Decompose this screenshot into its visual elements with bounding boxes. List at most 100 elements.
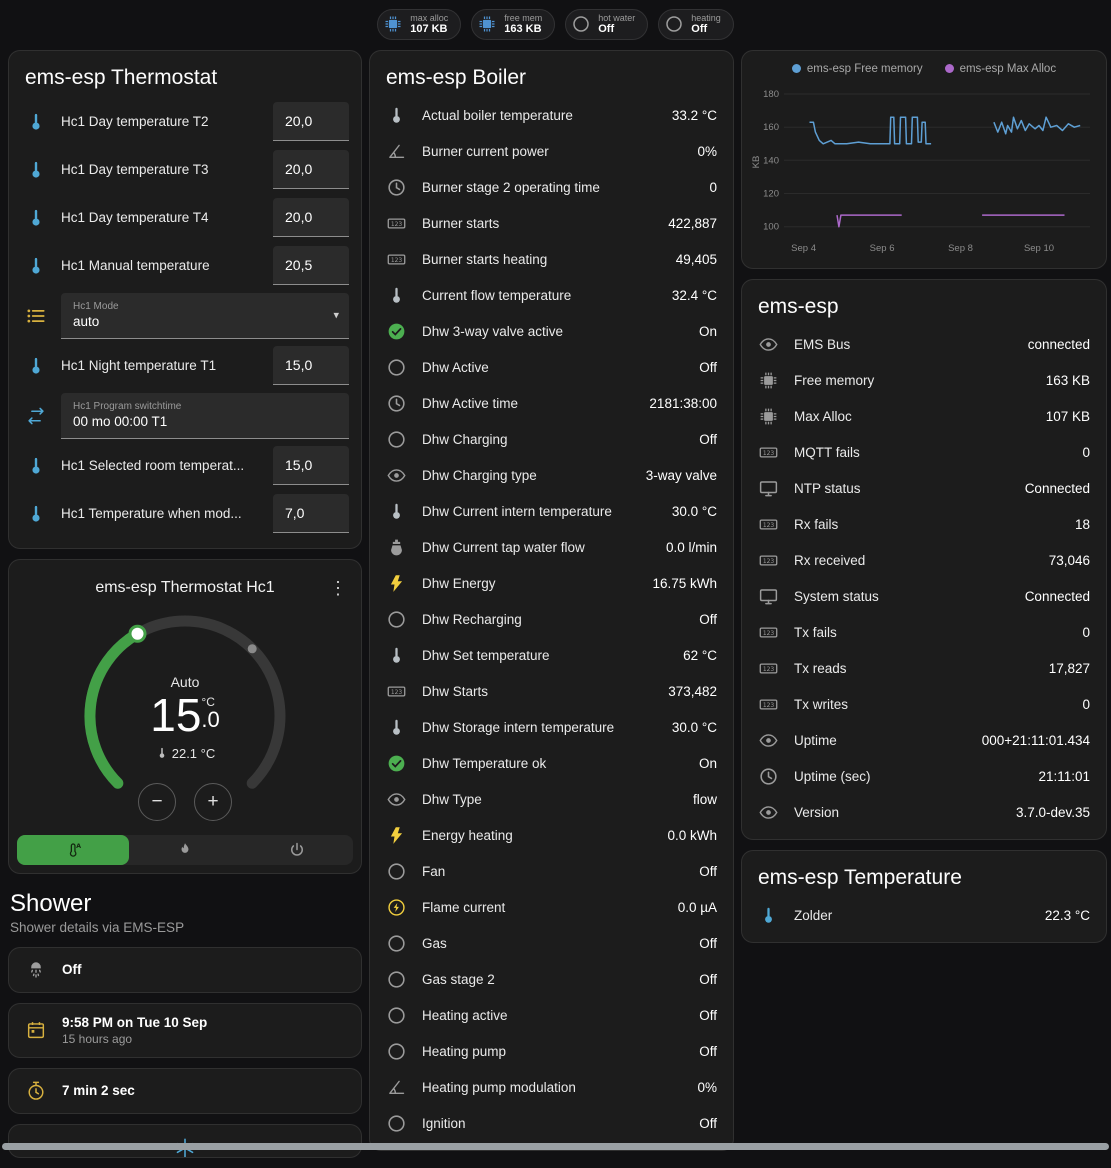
entity-row[interactable]: Heating active Off: [370, 998, 733, 1034]
entity-row[interactable]: Zolder 22.3 °C: [742, 898, 1106, 934]
temperature-input[interactable]: [273, 346, 349, 385]
entity-row[interactable]: Dhw Energy 16.75 kWh: [370, 566, 733, 602]
entity-row[interactable]: Dhw Active time 2181:38:00: [370, 386, 733, 422]
temperature-input[interactable]: [273, 246, 349, 285]
entity-row[interactable]: Gas Off: [370, 926, 733, 962]
status-badge[interactable]: heating Off: [658, 9, 734, 40]
entity-row[interactable]: Gas stage 2 Off: [370, 962, 733, 998]
entity-row[interactable]: Burner stage 2 operating time 0: [370, 170, 733, 206]
entity-row[interactable]: Version 3.7.0-dev.35: [742, 795, 1106, 831]
power-icon: [288, 841, 306, 859]
entity-label: Fan: [422, 864, 684, 879]
circle-outline-icon: [386, 933, 407, 954]
entity-row[interactable]: Ignition Off: [370, 1106, 733, 1142]
entity-value: 21:11:01: [1038, 769, 1090, 784]
temperature-input[interactable]: [273, 102, 349, 141]
shower-info-card[interactable]: 9:58 PM on Tue 10 Sep 15 hours ago: [8, 1003, 362, 1058]
shower-info-card[interactable]: Off: [8, 947, 362, 993]
entity-row[interactable]: Dhw Recharging Off: [370, 602, 733, 638]
entity-row[interactable]: Dhw Storage intern temperature 30.0 °C: [370, 710, 733, 746]
status-badge[interactable]: hot water Off: [565, 9, 648, 40]
entity-row[interactable]: NTP status Connected: [742, 471, 1106, 507]
entity-row[interactable]: 123 Tx reads 17,827: [742, 651, 1106, 687]
status-badge[interactable]: max alloc 107 KB: [377, 9, 461, 40]
temp-increase-button[interactable]: +: [194, 783, 232, 821]
eye-icon: [386, 465, 407, 486]
entity-row[interactable]: Heating pump modulation 0%: [370, 1070, 733, 1106]
check-circle-icon: [386, 321, 407, 342]
legend-dot: [792, 64, 801, 73]
temperature-input[interactable]: [273, 494, 349, 533]
timer-icon: [25, 1080, 47, 1102]
dial-handle[interactable]: [130, 626, 145, 641]
entity-row[interactable]: Flame current 0.0 µA: [370, 890, 733, 926]
program-switchtime-field[interactable]: Hc1 Program switchtime 00 mo 00:00 T1: [61, 393, 349, 439]
thermometer-icon: [25, 255, 47, 277]
entity-row[interactable]: Dhw Set temperature 62 °C: [370, 638, 733, 674]
temperature-input[interactable]: [273, 198, 349, 237]
shower-info-card[interactable]: 7 min 2 sec: [8, 1068, 362, 1114]
entity-row[interactable]: Max Alloc 107 KB: [742, 399, 1106, 435]
entity-row[interactable]: Energy heating 0.0 kWh: [370, 818, 733, 854]
entity-row[interactable]: Uptime (sec) 21:11:01: [742, 759, 1106, 795]
entity-label: Dhw Storage intern temperature: [422, 720, 657, 735]
entity-row[interactable]: Dhw Charging type 3-way valve: [370, 458, 733, 494]
entity-label: Burner starts heating: [422, 252, 661, 267]
monitor-icon: [758, 586, 779, 607]
entity-row[interactable]: 123 Rx received 73,046: [742, 543, 1106, 579]
cold-shot-card[interactable]: [8, 1124, 362, 1158]
temp-decrease-button[interactable]: −: [138, 783, 176, 821]
mode-select[interactable]: Hc1 Mode auto ▾: [61, 293, 349, 339]
entity-row[interactable]: 123 Burner starts 422,887: [370, 206, 733, 242]
left-column: ems-esp Thermostat Hc1 Day temperature T…: [8, 50, 362, 1168]
entity-row[interactable]: 123 MQTT fails 0: [742, 435, 1106, 471]
entity-row[interactable]: Burner current power 0%: [370, 134, 733, 170]
legend-item-max-alloc[interactable]: ems-esp Max Alloc: [945, 63, 1057, 75]
entity-row[interactable]: 123 Tx fails 0: [742, 615, 1106, 651]
status-badge[interactable]: free mem 163 KB: [471, 9, 555, 40]
entity-label: Dhw Current intern temperature: [422, 504, 657, 519]
entity-row[interactable]: Dhw 3-way valve active On: [370, 314, 733, 350]
entity-row[interactable]: Dhw Current tap water flow 0.0 l/min: [370, 530, 733, 566]
entity-row[interactable]: 123 Burner starts heating 49,405: [370, 242, 733, 278]
entity-row[interactable]: Heating pump Off: [370, 1034, 733, 1070]
mode-heat-button[interactable]: [129, 835, 241, 865]
entity-row[interactable]: Dhw Current intern temperature 30.0 °C: [370, 494, 733, 530]
mode-auto-button[interactable]: A: [17, 835, 129, 865]
more-menu-button[interactable]: ⋮: [323, 574, 351, 602]
entity-row[interactable]: EMS Bus connected: [742, 327, 1106, 363]
temperature-input[interactable]: [273, 446, 349, 485]
memory-chart-card: ems-esp Free memory ems-esp Max Alloc 10…: [741, 50, 1107, 269]
swap-icon: [25, 405, 47, 427]
number-entity-row: Hc1 Day temperature T4: [9, 194, 361, 242]
circle-outline-icon: [386, 969, 407, 990]
dial-secondary-dot: [248, 644, 257, 653]
entity-row[interactable]: 123 Rx fails 18: [742, 507, 1106, 543]
entity-row[interactable]: Dhw Charging Off: [370, 422, 733, 458]
entity-row[interactable]: System status Connected: [742, 579, 1106, 615]
entity-row[interactable]: Fan Off: [370, 854, 733, 890]
eye-icon: [758, 334, 779, 355]
entity-label: NTP status: [794, 481, 1010, 496]
mode-off-button[interactable]: [241, 835, 353, 865]
entity-value: 0: [709, 180, 717, 195]
entity-row[interactable]: Current flow temperature 32.4 °C: [370, 278, 733, 314]
svg-text:100: 100: [763, 222, 779, 233]
entity-row[interactable]: 123 Dhw Starts 373,482: [370, 674, 733, 710]
entity-row[interactable]: Free memory 163 KB: [742, 363, 1106, 399]
entity-row[interactable]: Actual boiler temperature 33.2 °C: [370, 98, 733, 134]
badge-label: free mem: [504, 13, 542, 23]
svg-text:Sep 4: Sep 4: [791, 243, 816, 254]
legend-item-free-memory[interactable]: ems-esp Free memory: [792, 63, 923, 75]
temperature-input[interactable]: [273, 150, 349, 189]
svg-text:123: 123: [763, 450, 775, 457]
horizontal-scrollbar[interactable]: [2, 1143, 1109, 1150]
flash-icon: [386, 573, 407, 594]
entity-row[interactable]: Dhw Type flow: [370, 782, 733, 818]
entity-label: Actual boiler temperature: [422, 108, 657, 123]
entity-row[interactable]: Dhw Temperature ok On: [370, 746, 733, 782]
entity-value: Off: [699, 360, 717, 375]
entity-row[interactable]: Dhw Active Off: [370, 350, 733, 386]
entity-row[interactable]: Uptime 000+21:11:01.434: [742, 723, 1106, 759]
entity-row[interactable]: 123 Tx writes 0: [742, 687, 1106, 723]
